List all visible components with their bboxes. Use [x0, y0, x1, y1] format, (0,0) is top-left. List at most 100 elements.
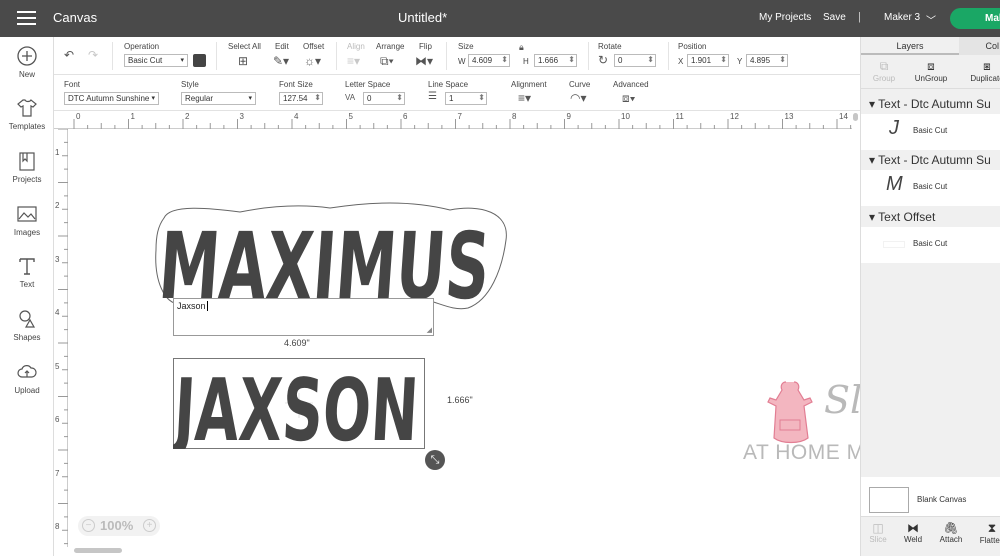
sidebar-item-projects[interactable]: Projects	[0, 150, 54, 184]
ruler-label: 9	[566, 112, 571, 121]
layer-item[interactable]: Basic Cut	[861, 227, 1000, 263]
make-button[interactable]: Make	[950, 8, 1000, 29]
resize-icon[interactable]: ⤡	[425, 450, 445, 470]
letter-space-field[interactable]: 0	[363, 92, 405, 105]
redo-icon[interactable]: ↷	[88, 48, 98, 62]
edit-icon[interactable]: ✎▾	[273, 54, 289, 68]
arrange-icon[interactable]: ⧉▾	[380, 54, 394, 69]
height-field[interactable]: 1.666	[534, 54, 577, 67]
tab-layers[interactable]: Layers	[861, 37, 959, 55]
ruler-label: 7	[55, 468, 60, 478]
divider	[588, 42, 589, 70]
save-button[interactable]: Save	[823, 12, 846, 23]
app-title: Canvas	[53, 10, 98, 25]
sidebar-item-upload[interactable]: Upload	[0, 361, 54, 395]
canvas-swatch[interactable]	[869, 487, 909, 513]
text-edit-box[interactable]: Jaxson ◢	[173, 298, 434, 336]
horizontal-scrollbar[interactable]	[74, 548, 122, 553]
layer-item-label: Basic Cut	[913, 126, 948, 135]
alignment-icon[interactable]: ≡▾	[518, 91, 531, 105]
layer-item[interactable]: M Basic Cut	[861, 170, 1000, 206]
color-swatch[interactable]	[193, 54, 206, 67]
x-field[interactable]: 1.901	[687, 54, 729, 67]
attach-label: Attach	[939, 535, 963, 544]
duplicate-icon: ⧆	[983, 59, 991, 73]
plus-circle-icon	[17, 46, 37, 66]
curve-icon[interactable]: ◠▾	[570, 91, 587, 105]
separator: |	[858, 11, 861, 23]
flip-label: Flip	[419, 42, 432, 51]
position-label: Position	[678, 42, 707, 51]
select-all-icon[interactable]: ⊞	[238, 54, 248, 68]
layer-title: Text Offset	[878, 210, 936, 224]
layer-actions: ⧉Group ⧈UnGroup ⧆Duplicate	[861, 55, 1000, 89]
sidebar-item-label: Templates	[8, 122, 46, 131]
ruler-label: 1	[130, 112, 135, 121]
layer-group-header[interactable]: ▾ Text - Dtc Autumn Su	[861, 150, 1000, 170]
flatten-button[interactable]: ⧗Flatten	[977, 521, 1000, 545]
flip-icon[interactable]: ⧓▾	[415, 54, 433, 68]
line-space-field[interactable]: 1	[445, 92, 487, 105]
advanced-icon[interactable]: ⧈▾	[622, 91, 636, 106]
ruler-label: 2	[55, 201, 60, 211]
projects-icon	[19, 152, 35, 171]
width-field[interactable]: 4.609	[468, 54, 510, 67]
zoom-out-button[interactable]: −	[82, 519, 95, 532]
zoom-in-button[interactable]: +	[143, 519, 156, 532]
machine-selector[interactable]: Maker 3	[884, 12, 920, 23]
attach-button[interactable]: 🖇︎ Attach	[937, 521, 965, 544]
font-label: Font	[64, 80, 81, 89]
advanced-label: Advanced	[613, 80, 649, 89]
font-select[interactable]: DTC Autumn Sunshine	[64, 92, 159, 105]
font-size-field[interactable]: 127.54	[279, 92, 323, 105]
apron-logo-icon	[767, 381, 813, 444]
ungroup-button[interactable]: ⧈ UnGroup	[913, 59, 949, 83]
slice-button[interactable]: ◫ Slice	[867, 521, 889, 544]
my-projects-link[interactable]: My Projects	[759, 12, 811, 23]
resize-grip-icon[interactable]: ◢	[427, 326, 432, 334]
slice-icon: ◫	[872, 521, 884, 535]
ruler-label: 5	[55, 361, 60, 371]
menu-icon[interactable]	[17, 11, 36, 25]
ruler-label: 13	[784, 112, 794, 121]
rotate-label: Rotate	[598, 42, 622, 51]
operation-select[interactable]: Basic Cut	[124, 54, 188, 67]
undo-icon[interactable]: ↶	[64, 48, 74, 62]
style-select[interactable]: Regular	[181, 92, 256, 105]
jaxson-text[interactable]: JAXSON	[173, 361, 421, 449]
document-title[interactable]: Untitled*	[398, 10, 447, 25]
sidebar-item-images[interactable]: Images	[0, 203, 54, 237]
blank-canvas-row[interactable]: Blank Canvas	[861, 477, 1000, 521]
lock-icon[interactable]: 🔒︎	[519, 42, 524, 53]
ruler-label: 8	[55, 522, 60, 532]
layer-item[interactable]: J Basic Cut	[861, 114, 1000, 150]
chevron-down-icon[interactable]: ﹀	[926, 12, 936, 27]
tab-color-sync[interactable]: Col	[959, 37, 1000, 55]
align-icon[interactable]: ≡▾	[347, 54, 360, 68]
sidebar-item-new[interactable]: New	[0, 45, 54, 79]
group-button[interactable]: ⧉ Group	[871, 59, 897, 83]
size-label: Size	[458, 42, 474, 51]
flatten-icon: ⧗	[987, 521, 997, 535]
design-canvas[interactable]	[68, 129, 852, 547]
rotate-field[interactable]: 0	[614, 54, 656, 67]
layer-group-header[interactable]: ▾ Text Offset	[861, 207, 1000, 227]
weld-icon: ⧓	[907, 521, 919, 535]
sidebar-item-templates[interactable]: Templates	[0, 97, 54, 131]
y-field[interactable]: 4.895	[746, 54, 788, 67]
sidebar-item-shapes[interactable]: Shapes	[0, 308, 54, 342]
style-label: Style	[181, 80, 199, 89]
top-bar: Canvas Untitled* My Projects Save | Make…	[0, 0, 1000, 37]
left-sidebar: New Templates Projects Images Text Shape…	[0, 37, 54, 556]
vertical-scrollbar[interactable]	[853, 113, 858, 121]
bottom-actions: ◫Slice ⧓Weld 🖇︎Attach ⧗Flatten	[861, 516, 1000, 556]
sidebar-item-text[interactable]: Text	[0, 255, 54, 289]
jaxson-text-object[interactable]: JAXSON	[173, 358, 425, 449]
offset-icon[interactable]: ☼▾	[304, 54, 321, 68]
duplicate-button[interactable]: ⧆Duplicate	[967, 59, 1000, 83]
layer-group-header[interactable]: ▾ Text - Dtc Autumn Su	[861, 94, 1000, 114]
weld-button[interactable]: ⧓ Weld	[901, 521, 925, 544]
ruler-label: 0	[76, 112, 81, 121]
text-edit-value[interactable]: Jaxson	[177, 301, 206, 311]
ruler-label: 5	[348, 112, 353, 121]
